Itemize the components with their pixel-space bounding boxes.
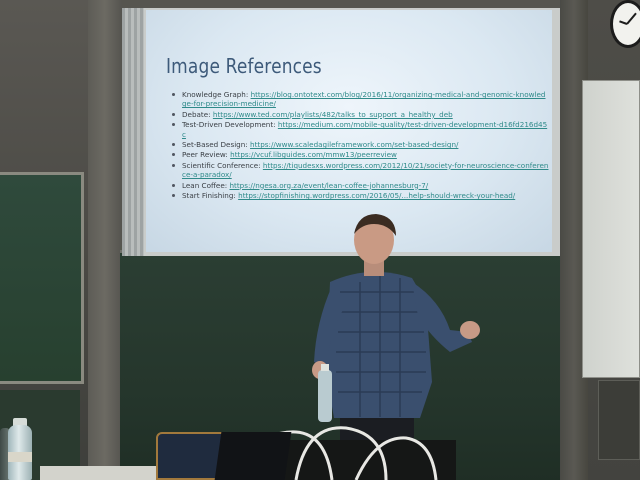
reference-label: Test-Driven Development: bbox=[182, 120, 276, 130]
reference-label: Set-Based Design: bbox=[182, 140, 248, 150]
bottle-cap bbox=[321, 364, 329, 371]
list-item: Start Finishing: https://stopfinishing.w… bbox=[170, 191, 550, 200]
list-item: Scientific Conference: https://tiqudesxs… bbox=[170, 161, 550, 180]
reference-link[interactable]: https://www.ted.com/playlists/482/talks_… bbox=[213, 110, 453, 119]
list-item: Peer Review: https://vcuf.libguides.com/… bbox=[170, 150, 550, 159]
reference-label: Peer Review: bbox=[182, 150, 228, 160]
left-chalkboard bbox=[0, 172, 84, 384]
wall-panel bbox=[598, 380, 640, 460]
reference-label: Debate: bbox=[182, 109, 211, 119]
reference-link[interactable]: https://ngesa.org.za/event/lean-coffee-j… bbox=[229, 181, 428, 190]
water-bottle bbox=[318, 370, 332, 422]
lecture-hall-scene: Image References Knowledge Graph: https:… bbox=[0, 0, 640, 480]
list-item: Debate: https://www.ted.com/playlists/48… bbox=[170, 110, 550, 119]
window-blind bbox=[122, 8, 144, 256]
list-item: Knowledge Graph: https://blog.ontotext.c… bbox=[170, 90, 550, 109]
right-whiteboard bbox=[582, 80, 640, 378]
reference-label: Knowledge Graph: bbox=[182, 90, 249, 99]
list-item: Test-Driven Development: https://medium.… bbox=[170, 120, 550, 139]
reference-label: Start Finishing: bbox=[182, 191, 236, 201]
reference-label: Scientific Conference: bbox=[182, 160, 261, 170]
laptop bbox=[214, 432, 292, 480]
reference-link[interactable]: https://vcuf.libguides.com/mmw13/peerrev… bbox=[230, 150, 397, 159]
slide-title: Image References bbox=[166, 54, 322, 78]
reference-list: Knowledge Graph: https://blog.ontotext.c… bbox=[170, 90, 550, 201]
list-item: Set-Based Design: https://www.scaledagil… bbox=[170, 140, 550, 149]
left-pillar bbox=[88, 0, 122, 470]
reference-label: Lean Coffee: bbox=[182, 180, 228, 190]
reference-link[interactable]: https://stopfinishing.wordpress.com/2016… bbox=[238, 191, 515, 200]
list-item: Lean Coffee: https://ngesa.org.za/event/… bbox=[170, 181, 550, 190]
presenter-hand-right bbox=[460, 321, 480, 339]
reference-link[interactable]: https://www.scaledagileframework.com/set… bbox=[250, 140, 458, 149]
bottle-label bbox=[8, 452, 32, 462]
